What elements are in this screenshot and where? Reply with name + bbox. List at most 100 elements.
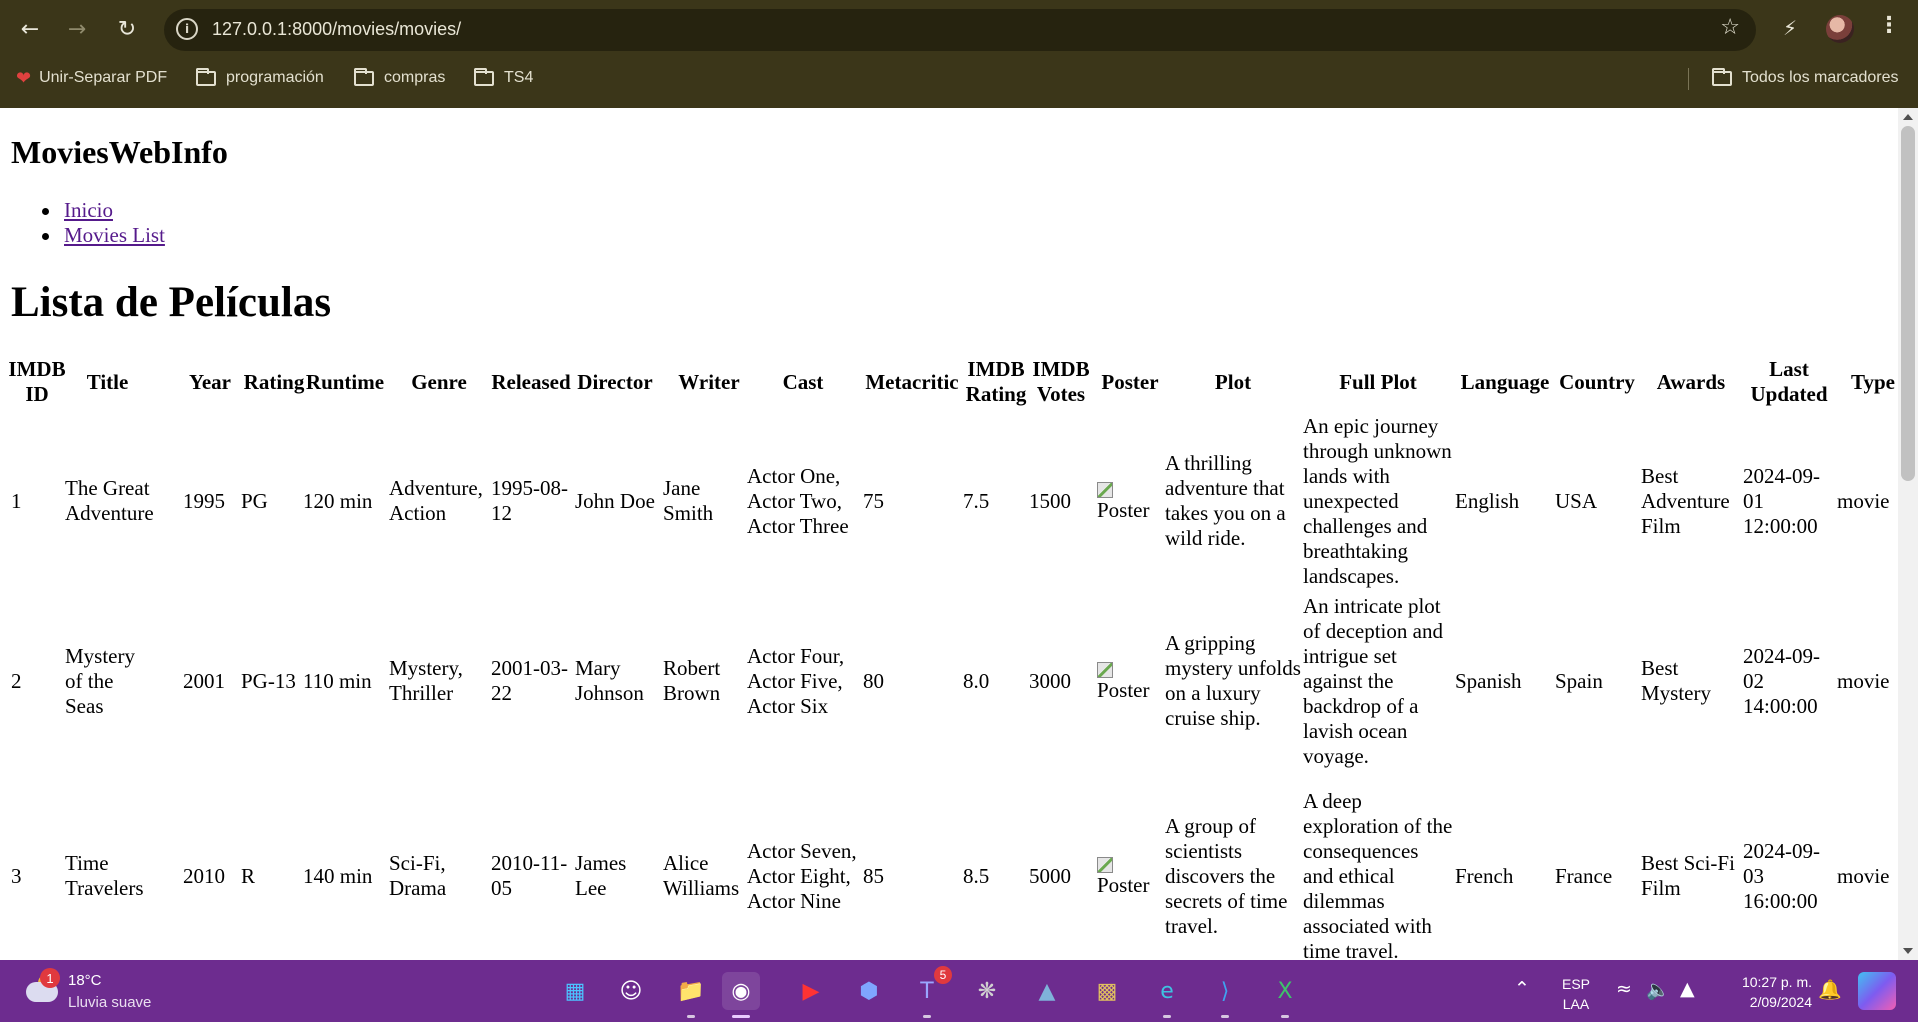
table-cell-language: Spanish	[1455, 591, 1555, 771]
table-header-imdb-votes: IMDB Votes	[1029, 355, 1093, 409]
show-hidden-icons-icon[interactable]: ⌃	[1514, 978, 1530, 1000]
table-cell-cast: Actor Four, Actor Five, Actor Six	[747, 591, 859, 771]
bookmark-star-icon[interactable]: ☆	[1720, 15, 1740, 40]
browser-menu-icon[interactable]: ⋮	[1878, 13, 1900, 38]
bookmark-programacion[interactable]: programación	[196, 66, 324, 90]
poster-alt-text: Poster	[1097, 498, 1150, 522]
site-info-icon[interactable]: i	[176, 18, 198, 40]
excel-icon[interactable]: X	[1266, 972, 1304, 1018]
table-cell-metacritic: 75	[863, 411, 961, 591]
table-cell-metacritic: 85	[863, 771, 961, 960]
volume-icon[interactable]: 🔈	[1646, 978, 1670, 1001]
table-header-metacritic: Metacritic	[865, 369, 959, 394]
edge-icon[interactable]: e	[1148, 972, 1186, 1018]
page-viewport[interactable]: MoviesWebInfo Inicio Movies List Lista d…	[0, 108, 1898, 960]
table-cell-released: 2010-11-05	[491, 771, 571, 960]
back-icon[interactable]: ←	[12, 11, 48, 47]
file-explorer-icon[interactable]: 📁	[672, 972, 710, 1018]
url-text[interactable]: 127.0.0.1:8000/movies/movies/	[212, 19, 461, 40]
running-indicator	[732, 1015, 750, 1018]
table-cell-language: English	[1455, 411, 1555, 591]
bookmark-label: Unir-Separar PDF	[39, 69, 168, 86]
table-cell-imdb-votes: 1500	[1029, 411, 1093, 591]
all-bookmarks-label: Todos los marcadores	[1742, 69, 1899, 86]
table-cell-type: movie	[1837, 771, 1898, 960]
chip-app-icon[interactable]: ▩	[1088, 972, 1126, 1010]
copilot-icon[interactable]: ⬢	[850, 972, 888, 1010]
system-clock[interactable]: 10:27 p. m. 2/09/2024	[1712, 972, 1812, 1012]
table-cell-runtime: 120 min	[303, 411, 387, 591]
bookmark-unir-separar-pdf[interactable]: ❤ Unir-Separar PDF	[16, 66, 167, 90]
bookmark-compras[interactable]: compras	[354, 66, 445, 90]
address-bar[interactable]: i 127.0.0.1:8000/movies/movies/ ☆	[164, 9, 1756, 51]
mysql-workbench-icon[interactable]: ▲	[1028, 972, 1066, 1010]
weather-widget[interactable]: 1	[22, 968, 68, 1010]
scrollbar-thumb[interactable]	[1901, 126, 1915, 481]
copilot-pre-icon[interactable]	[1858, 972, 1896, 1010]
table-cell-imdb-id: 2	[11, 591, 63, 771]
table-cell-imdb-id: 1	[11, 411, 63, 591]
table-cell-cast: Actor One, Actor Two, Actor Three	[747, 411, 859, 591]
scroll-down-arrow-icon[interactable]	[1903, 948, 1913, 954]
nav-item-movies-list: Movies List	[42, 223, 165, 248]
table-header-writer: Writer	[678, 369, 740, 394]
nav-link-movies-list[interactable]: Movies List	[64, 223, 165, 247]
cell-text: 80	[863, 668, 884, 693]
browser-toolbar: ← → ↻ i 127.0.0.1:8000/movies/movies/ ☆ …	[0, 0, 1918, 58]
site-title: MoviesWebInfo	[11, 134, 228, 170]
language-indicator[interactable]: ESP LAA	[1562, 974, 1590, 1014]
chrome-icon[interactable]: ◉	[722, 972, 760, 1018]
nav-link-inicio[interactable]: Inicio	[64, 198, 113, 222]
table-cell-last-updated: 2024-09-02 14:00:00	[1743, 591, 1835, 771]
cell-text: 2001-03-22	[491, 656, 568, 705]
weather-description[interactable]: Lluvia suave	[68, 994, 151, 1011]
cell-text: 2	[11, 668, 22, 693]
vscode-icon[interactable]: ⟩	[1206, 972, 1244, 1018]
header-text: Last Updated	[1750, 357, 1828, 406]
youtube-music-icon[interactable]: ▶	[792, 972, 830, 1010]
cell-text: 1995	[183, 488, 225, 513]
cell-text: A gripping mystery unfolds on a luxury c…	[1165, 631, 1301, 730]
poster-alt-text: Poster	[1097, 678, 1150, 702]
cell-text: 5000	[1029, 863, 1071, 888]
cell-text: A thrilling adventure that takes you on …	[1165, 451, 1286, 550]
table-header-last-updated: Last Updated	[1743, 355, 1835, 409]
site-nav: Inicio Movies List	[42, 198, 165, 248]
weather-badge: 1	[40, 968, 60, 988]
table-cell-type: movie	[1837, 411, 1898, 591]
header-text: IMDB Votes	[1032, 357, 1090, 406]
bookmarks-divider	[1688, 68, 1689, 90]
scroll-up-arrow-icon[interactable]	[1903, 114, 1913, 120]
table-cell-runtime: 140 min	[303, 771, 387, 960]
table-cell-language: French	[1455, 771, 1555, 960]
running-indicator	[687, 1015, 695, 1018]
wifi-icon[interactable]: ≈	[1616, 978, 1632, 1000]
emoji-app-icon[interactable]: ☺	[612, 972, 650, 1010]
weather-temperature[interactable]: 18°C	[68, 972, 102, 989]
reload-icon[interactable]: ↻	[109, 11, 145, 47]
windows-start-icon[interactable]: ▦	[556, 972, 594, 1010]
table-cell-imdb-id: 3	[11, 771, 63, 960]
page-scrollbar[interactable]	[1898, 108, 1918, 960]
layout-code: LAA	[1562, 996, 1590, 1012]
table-header-poster: Poster	[1101, 369, 1159, 394]
table-header-rating: Rating	[243, 369, 305, 394]
network-app-icon[interactable]: ❋	[968, 972, 1006, 1010]
cell-text: Mystery, Thriller	[389, 656, 463, 705]
table-cell-imdb-rating: 8.0	[963, 591, 1029, 771]
profile-avatar[interactable]	[1826, 15, 1854, 43]
running-indicator	[923, 1015, 931, 1018]
cell-text: Robert Brown	[663, 656, 721, 705]
forward-icon[interactable]: →	[59, 11, 95, 47]
running-indicator	[1281, 1015, 1289, 1018]
notification-bell-icon[interactable]: 🔔	[1818, 978, 1842, 1001]
teams-icon[interactable]: T5	[908, 966, 952, 1018]
table-cell-awards: Best Sci-Fi Film	[1641, 771, 1741, 960]
extension-icon[interactable]: ⚡	[1776, 14, 1804, 42]
table-header-genre: Genre	[411, 369, 467, 394]
all-bookmarks-button[interactable]: Todos los marcadores	[1712, 66, 1899, 90]
battery-icon[interactable]: ▲	[1680, 978, 1695, 1000]
cell-text: 75	[863, 488, 884, 513]
bookmark-ts4[interactable]: TS4	[474, 66, 533, 90]
table-cell-rating: PG	[241, 411, 307, 591]
